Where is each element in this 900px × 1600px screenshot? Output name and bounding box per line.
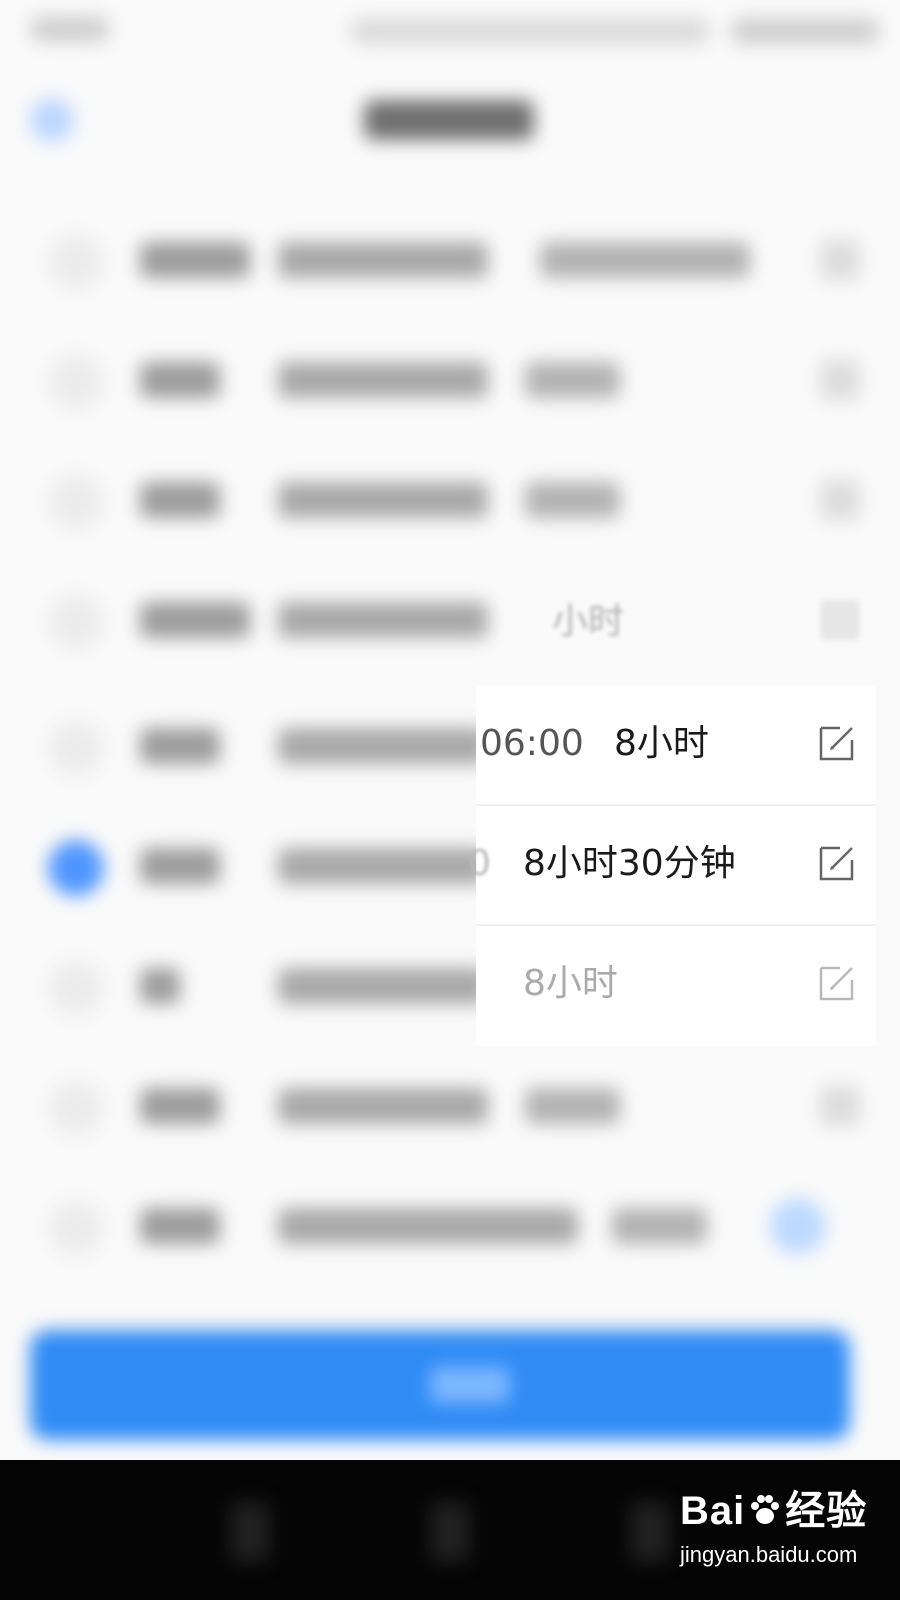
list-item[interactable] [0, 320, 900, 440]
list-item[interactable] [0, 440, 900, 560]
baidu-jingyan-watermark: Bai 经验 jingyan.baidu.com [660, 1472, 890, 1590]
shift-time [278, 728, 488, 764]
page-title [364, 100, 534, 140]
confirm-button-label [430, 1367, 510, 1403]
shift-time-end: 0 [468, 843, 491, 884]
shift-time-end: 06:00 [480, 723, 584, 764]
home-key-icon[interactable] [430, 1502, 470, 1562]
radio-button[interactable] [48, 960, 104, 1016]
shift-name [140, 968, 180, 1004]
edit-icon[interactable] [820, 240, 860, 280]
shift-name [140, 362, 220, 398]
shift-name [140, 848, 220, 884]
shift-duration: 8小时 [523, 963, 618, 1004]
radio-button[interactable] [48, 234, 104, 290]
shift-duration [612, 1208, 707, 1244]
watermark-url: jingyan.baidu.com [680, 1542, 858, 1567]
shift-duration: 8小时 [614, 723, 709, 764]
shift-name [140, 1208, 220, 1244]
list-item[interactable]: 8小时 [476, 926, 876, 1046]
list-item[interactable] [0, 1166, 900, 1286]
battery-icon [730, 18, 880, 44]
watermark-brand: Bai 经验 [680, 1489, 868, 1533]
nav-bar [0, 80, 900, 160]
shift-duration [525, 482, 620, 518]
shift-time [278, 482, 488, 518]
shift-name [140, 482, 220, 518]
edit-icon[interactable] [820, 480, 860, 520]
status-icons [350, 18, 710, 44]
shift-time [278, 848, 488, 884]
list-item-selected[interactable]: 0 8小时30分钟 [468, 806, 876, 926]
confirm-button[interactable] [30, 1330, 850, 1440]
menu-key-icon[interactable] [230, 1502, 270, 1562]
radio-button[interactable] [48, 354, 104, 410]
back-icon[interactable] [30, 98, 74, 142]
shift-duration [540, 242, 750, 278]
shift-time [278, 1088, 488, 1124]
shift-name [140, 602, 250, 638]
app-screen: 小时 06:00 8小时 0 8小时30分钟 8小时 Bai 经验 jingya… [0, 0, 900, 1600]
focus-region: 06:00 8小时 0 8小时30分钟 8小时 [468, 686, 876, 1046]
radio-button[interactable] [48, 720, 104, 776]
edit-icon[interactable] [820, 360, 860, 400]
shift-duration: 小时 [552, 601, 625, 642]
shift-time [278, 968, 488, 1004]
status-time [30, 16, 110, 42]
list-item[interactable] [0, 200, 900, 320]
radio-button[interactable] [48, 1200, 104, 1256]
shift-duration [525, 362, 620, 398]
shift-name [140, 1088, 220, 1124]
radio-button[interactable] [48, 594, 104, 650]
status-bar [0, 0, 900, 60]
shift-time [278, 1208, 578, 1244]
radio-button[interactable] [48, 1080, 104, 1136]
edit-icon[interactable] [818, 842, 858, 882]
list-item[interactable]: 06:00 8小时 [476, 686, 876, 806]
edit-icon[interactable] [820, 600, 860, 640]
shift-time [278, 242, 488, 278]
shift-name [140, 728, 220, 764]
edit-icon[interactable] [818, 962, 858, 1002]
shift-duration [525, 1088, 620, 1124]
list-item[interactable]: 小时 [0, 560, 900, 680]
radio-button-selected[interactable] [48, 840, 104, 896]
edit-icon[interactable] [818, 722, 858, 762]
shift-time [278, 362, 488, 398]
paw-icon [751, 1495, 780, 1524]
radio-button[interactable] [48, 474, 104, 530]
edit-icon[interactable] [820, 1086, 860, 1126]
toggle-icon[interactable] [770, 1198, 826, 1254]
list-item[interactable] [0, 1046, 900, 1166]
shift-time [278, 602, 488, 638]
shift-name [140, 242, 250, 278]
shift-duration: 8小时30分钟 [523, 843, 736, 884]
